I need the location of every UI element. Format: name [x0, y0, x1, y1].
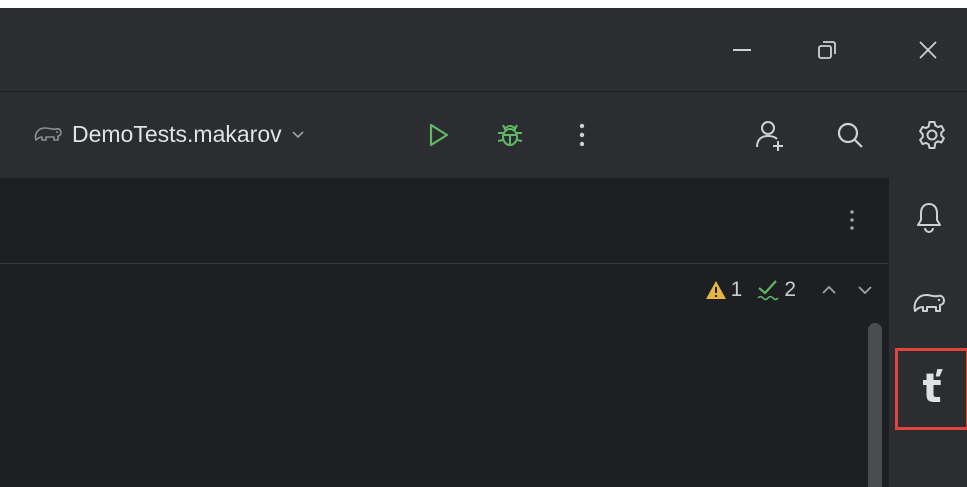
bell-icon [914, 201, 944, 233]
more-vertical-icon [848, 208, 856, 232]
elephant-icon [911, 287, 947, 317]
typos-indicator[interactable]: 2 [756, 278, 796, 302]
notifications-tool-button[interactable] [903, 191, 955, 243]
minimize-icon [731, 39, 753, 61]
chevron-up-icon [820, 281, 838, 299]
project-name: DemoTests.makarov [72, 120, 282, 147]
add-user-icon [753, 118, 787, 152]
title-bar [0, 8, 967, 92]
elephant-icon [32, 122, 64, 146]
bug-icon [495, 120, 525, 150]
chevron-down-icon [290, 126, 306, 142]
vertical-scrollbar[interactable] [868, 323, 882, 487]
main-toolbar: DemoTests.makarov [0, 92, 967, 178]
minimize-button[interactable] [722, 30, 762, 70]
gradle-tool-button[interactable] [903, 276, 955, 328]
close-icon [917, 39, 939, 61]
code-with-me-button[interactable] [750, 115, 790, 155]
next-highlight-button[interactable] [856, 281, 874, 299]
right-tool-stripe: ť [888, 178, 967, 487]
warning-count: 1 [730, 278, 743, 301]
run-icon [424, 121, 452, 149]
ide-window: DemoTests.makarov 1 2 ť [0, 8, 967, 487]
run-button[interactable] [418, 115, 458, 155]
warning-icon [705, 280, 727, 300]
warnings-indicator[interactable]: 1 [705, 278, 743, 302]
typo-count: 2 [784, 278, 796, 301]
previous-highlight-button[interactable] [820, 281, 838, 299]
settings-button[interactable] [912, 115, 952, 155]
editor-tab-bar [0, 178, 888, 264]
gear-icon [916, 119, 948, 151]
close-window-button[interactable] [908, 30, 948, 70]
project-selector[interactable]: DemoTests.makarov [32, 116, 306, 152]
debug-button[interactable] [490, 115, 530, 155]
chevron-down-icon [856, 281, 874, 299]
editor-area[interactable]: 1 2 [0, 178, 888, 487]
restore-icon [816, 39, 838, 61]
search-icon [835, 120, 865, 150]
typo-check-icon [756, 279, 780, 301]
search-everywhere-button[interactable] [830, 115, 870, 155]
inspection-widget[interactable]: 1 2 [705, 278, 874, 302]
t-tool-button[interactable]: ť [895, 348, 967, 430]
more-vertical-icon [577, 121, 587, 149]
t-icon: ť [922, 366, 942, 412]
more-actions-button[interactable] [562, 115, 602, 155]
restore-button[interactable] [807, 30, 847, 70]
tab-actions-button[interactable] [832, 200, 872, 240]
